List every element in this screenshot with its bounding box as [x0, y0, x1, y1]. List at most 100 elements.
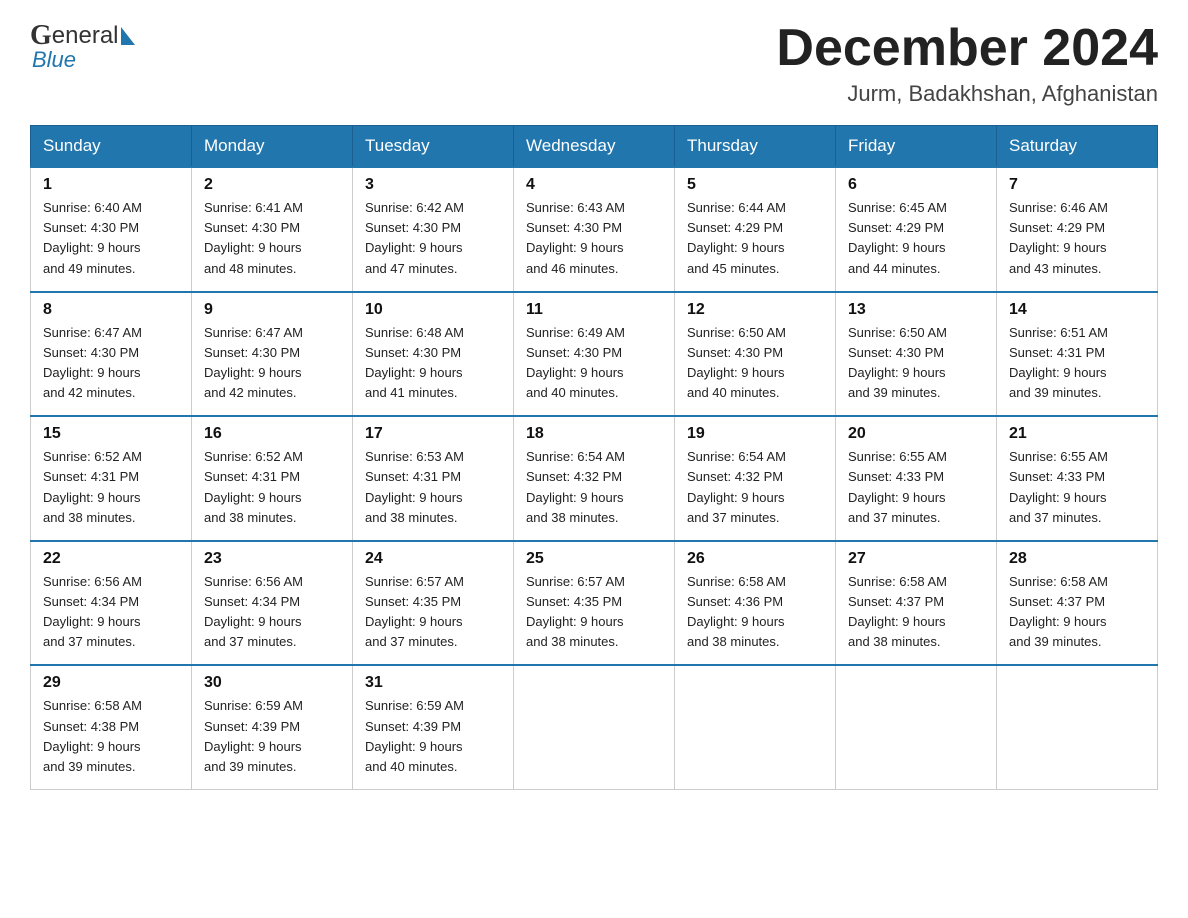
- logo-blue: Blue: [32, 47, 135, 73]
- day-number: 17: [365, 425, 501, 443]
- day-info: Sunrise: 6:55 AMSunset: 4:33 PMDaylight:…: [848, 447, 984, 528]
- day-info: Sunrise: 6:53 AMSunset: 4:31 PMDaylight:…: [365, 447, 501, 528]
- day-header-friday: Friday: [836, 126, 997, 168]
- day-info: Sunrise: 6:54 AMSunset: 4:32 PMDaylight:…: [526, 447, 662, 528]
- calendar-cell: 14Sunrise: 6:51 AMSunset: 4:31 PMDayligh…: [997, 292, 1158, 417]
- day-number: 14: [1009, 301, 1145, 319]
- day-info: Sunrise: 6:57 AMSunset: 4:35 PMDaylight:…: [365, 572, 501, 653]
- calendar-cell: 28 Sunrise: 6:58 AMSunset: 4:37 PMDayligh…: [997, 541, 1158, 666]
- day-info: Sunrise: 6:50 AMSunset: 4:30 PMDaylight:…: [687, 323, 823, 404]
- calendar-cell: 4Sunrise: 6:43 AMSunset: 4:30 PMDaylight…: [514, 167, 675, 292]
- day-header-thursday: Thursday: [675, 126, 836, 168]
- calendar-cell: 26 Sunrise: 6:58 AMSunset: 4:36 PMDayligh…: [675, 541, 836, 666]
- day-number: 30: [204, 674, 340, 692]
- day-number: 1: [43, 176, 179, 194]
- calendar-week-5: 29Sunrise: 6:58 AMSunset: 4:38 PMDayligh…: [31, 665, 1158, 789]
- calendar-week-2: 8 Sunrise: 6:47 AMSunset: 4:30 PMDaylight…: [31, 292, 1158, 417]
- day-number: 13: [848, 301, 984, 319]
- day-info: Sunrise: 6:58 AMSunset: 4:38 PMDaylight:…: [43, 696, 179, 777]
- day-number: 28: [1009, 550, 1145, 568]
- calendar-cell: 31 Sunrise: 6:59 AMSunset: 4:39 PMDayligh…: [353, 665, 514, 789]
- day-number: 24: [365, 550, 501, 568]
- day-number: 27: [848, 550, 984, 568]
- calendar-cell: 29Sunrise: 6:58 AMSunset: 4:38 PMDayligh…: [31, 665, 192, 789]
- calendar-cell: 15 Sunrise: 6:52 AMSunset: 4:31 PMDayligh…: [31, 416, 192, 541]
- calendar-cell: 2 Sunrise: 6:41 AMSunset: 4:30 PMDaylight…: [192, 167, 353, 292]
- day-number: 25: [526, 550, 662, 568]
- day-number: 5: [687, 176, 823, 194]
- day-info: Sunrise: 6:59 AMSunset: 4:39 PMDaylight:…: [204, 696, 340, 777]
- day-number: 18: [526, 425, 662, 443]
- day-info: Sunrise: 6:52 AMSunset: 4:31 PMDaylight:…: [204, 447, 340, 528]
- calendar-cell: 16 Sunrise: 6:52 AMSunset: 4:31 PMDayligh…: [192, 416, 353, 541]
- calendar-cell: 18 Sunrise: 6:54 AMSunset: 4:32 PMDayligh…: [514, 416, 675, 541]
- day-header-tuesday: Tuesday: [353, 126, 514, 168]
- calendar-cell: 20 Sunrise: 6:55 AMSunset: 4:33 PMDayligh…: [836, 416, 997, 541]
- calendar-cell: 19Sunrise: 6:54 AMSunset: 4:32 PMDayligh…: [675, 416, 836, 541]
- calendar-cell: 17 Sunrise: 6:53 AMSunset: 4:31 PMDayligh…: [353, 416, 514, 541]
- day-number: 7: [1009, 176, 1145, 194]
- calendar-cell: 21Sunrise: 6:55 AMSunset: 4:33 PMDayligh…: [997, 416, 1158, 541]
- calendar-cell: 12Sunrise: 6:50 AMSunset: 4:30 PMDayligh…: [675, 292, 836, 417]
- day-info: Sunrise: 6:41 AMSunset: 4:30 PMDaylight:…: [204, 198, 340, 279]
- day-number: 20: [848, 425, 984, 443]
- page-header: G eneral Blue December 2024 Jurm, Badakh…: [30, 20, 1158, 107]
- day-info: Sunrise: 6:56 AMSunset: 4:34 PMDaylight:…: [204, 572, 340, 653]
- day-number: 6: [848, 176, 984, 194]
- header-row: SundayMondayTuesdayWednesdayThursdayFrid…: [31, 126, 1158, 168]
- day-info: Sunrise: 6:48 AMSunset: 4:30 PMDaylight:…: [365, 323, 501, 404]
- day-info: Sunrise: 6:49 AMSunset: 4:30 PMDaylight:…: [526, 323, 662, 404]
- day-info: Sunrise: 6:56 AMSunset: 4:34 PMDaylight:…: [43, 572, 179, 653]
- month-year-title: December 2024: [776, 20, 1158, 77]
- calendar-cell: 24 Sunrise: 6:57 AMSunset: 4:35 PMDayligh…: [353, 541, 514, 666]
- day-number: 15: [43, 425, 179, 443]
- calendar-cell: [997, 665, 1158, 789]
- day-info: Sunrise: 6:40 AMSunset: 4:30 PMDaylight:…: [43, 198, 179, 279]
- day-info: Sunrise: 6:42 AMSunset: 4:30 PMDaylight:…: [365, 198, 501, 279]
- day-number: 8: [43, 301, 179, 319]
- calendar-cell: [514, 665, 675, 789]
- logo-eneral: eneral: [52, 22, 119, 50]
- calendar-cell: 10 Sunrise: 6:48 AMSunset: 4:30 PMDayligh…: [353, 292, 514, 417]
- day-info: Sunrise: 6:57 AMSunset: 4:35 PMDaylight:…: [526, 572, 662, 653]
- calendar-cell: [836, 665, 997, 789]
- calendar-cell: 8 Sunrise: 6:47 AMSunset: 4:30 PMDaylight…: [31, 292, 192, 417]
- day-info: Sunrise: 6:50 AMSunset: 4:30 PMDaylight:…: [848, 323, 984, 404]
- day-info: Sunrise: 6:58 AMSunset: 4:37 PMDaylight:…: [848, 572, 984, 653]
- day-number: 2: [204, 176, 340, 194]
- calendar-week-3: 15 Sunrise: 6:52 AMSunset: 4:31 PMDayligh…: [31, 416, 1158, 541]
- calendar-cell: 5 Sunrise: 6:44 AMSunset: 4:29 PMDaylight…: [675, 167, 836, 292]
- location-subtitle: Jurm, Badakhshan, Afghanistan: [776, 81, 1158, 107]
- day-number: 26: [687, 550, 823, 568]
- calendar-cell: 1 Sunrise: 6:40 AMSunset: 4:30 PMDaylight…: [31, 167, 192, 292]
- day-number: 4: [526, 176, 662, 194]
- day-number: 9: [204, 301, 340, 319]
- logo: G eneral Blue: [30, 20, 135, 73]
- day-info: Sunrise: 6:59 AMSunset: 4:39 PMDaylight:…: [365, 696, 501, 777]
- day-header-wednesday: Wednesday: [514, 126, 675, 168]
- calendar-cell: 27 Sunrise: 6:58 AMSunset: 4:37 PMDayligh…: [836, 541, 997, 666]
- day-info: Sunrise: 6:54 AMSunset: 4:32 PMDaylight:…: [687, 447, 823, 528]
- day-header-monday: Monday: [192, 126, 353, 168]
- day-number: 31: [365, 674, 501, 692]
- day-header-saturday: Saturday: [997, 126, 1158, 168]
- day-info: Sunrise: 6:44 AMSunset: 4:29 PMDaylight:…: [687, 198, 823, 279]
- day-number: 16: [204, 425, 340, 443]
- calendar-cell: 22 Sunrise: 6:56 AMSunset: 4:34 PMDayligh…: [31, 541, 192, 666]
- day-number: 23: [204, 550, 340, 568]
- day-info: Sunrise: 6:47 AMSunset: 4:30 PMDaylight:…: [43, 323, 179, 404]
- day-info: Sunrise: 6:46 AMSunset: 4:29 PMDaylight:…: [1009, 198, 1145, 279]
- day-number: 21: [1009, 425, 1145, 443]
- logo-flag-icon: [121, 27, 135, 45]
- day-info: Sunrise: 6:45 AMSunset: 4:29 PMDaylight:…: [848, 198, 984, 279]
- day-number: 3: [365, 176, 501, 194]
- day-info: Sunrise: 6:58 AMSunset: 4:36 PMDaylight:…: [687, 572, 823, 653]
- day-number: 10: [365, 301, 501, 319]
- day-info: Sunrise: 6:52 AMSunset: 4:31 PMDaylight:…: [43, 447, 179, 528]
- calendar-cell: 25 Sunrise: 6:57 AMSunset: 4:35 PMDayligh…: [514, 541, 675, 666]
- title-block: December 2024 Jurm, Badakhshan, Afghanis…: [776, 20, 1158, 107]
- day-info: Sunrise: 6:58 AMSunset: 4:37 PMDaylight:…: [1009, 572, 1145, 653]
- calendar-cell: 3 Sunrise: 6:42 AMSunset: 4:30 PMDaylight…: [353, 167, 514, 292]
- calendar-cell: 9Sunrise: 6:47 AMSunset: 4:30 PMDaylight…: [192, 292, 353, 417]
- day-number: 22: [43, 550, 179, 568]
